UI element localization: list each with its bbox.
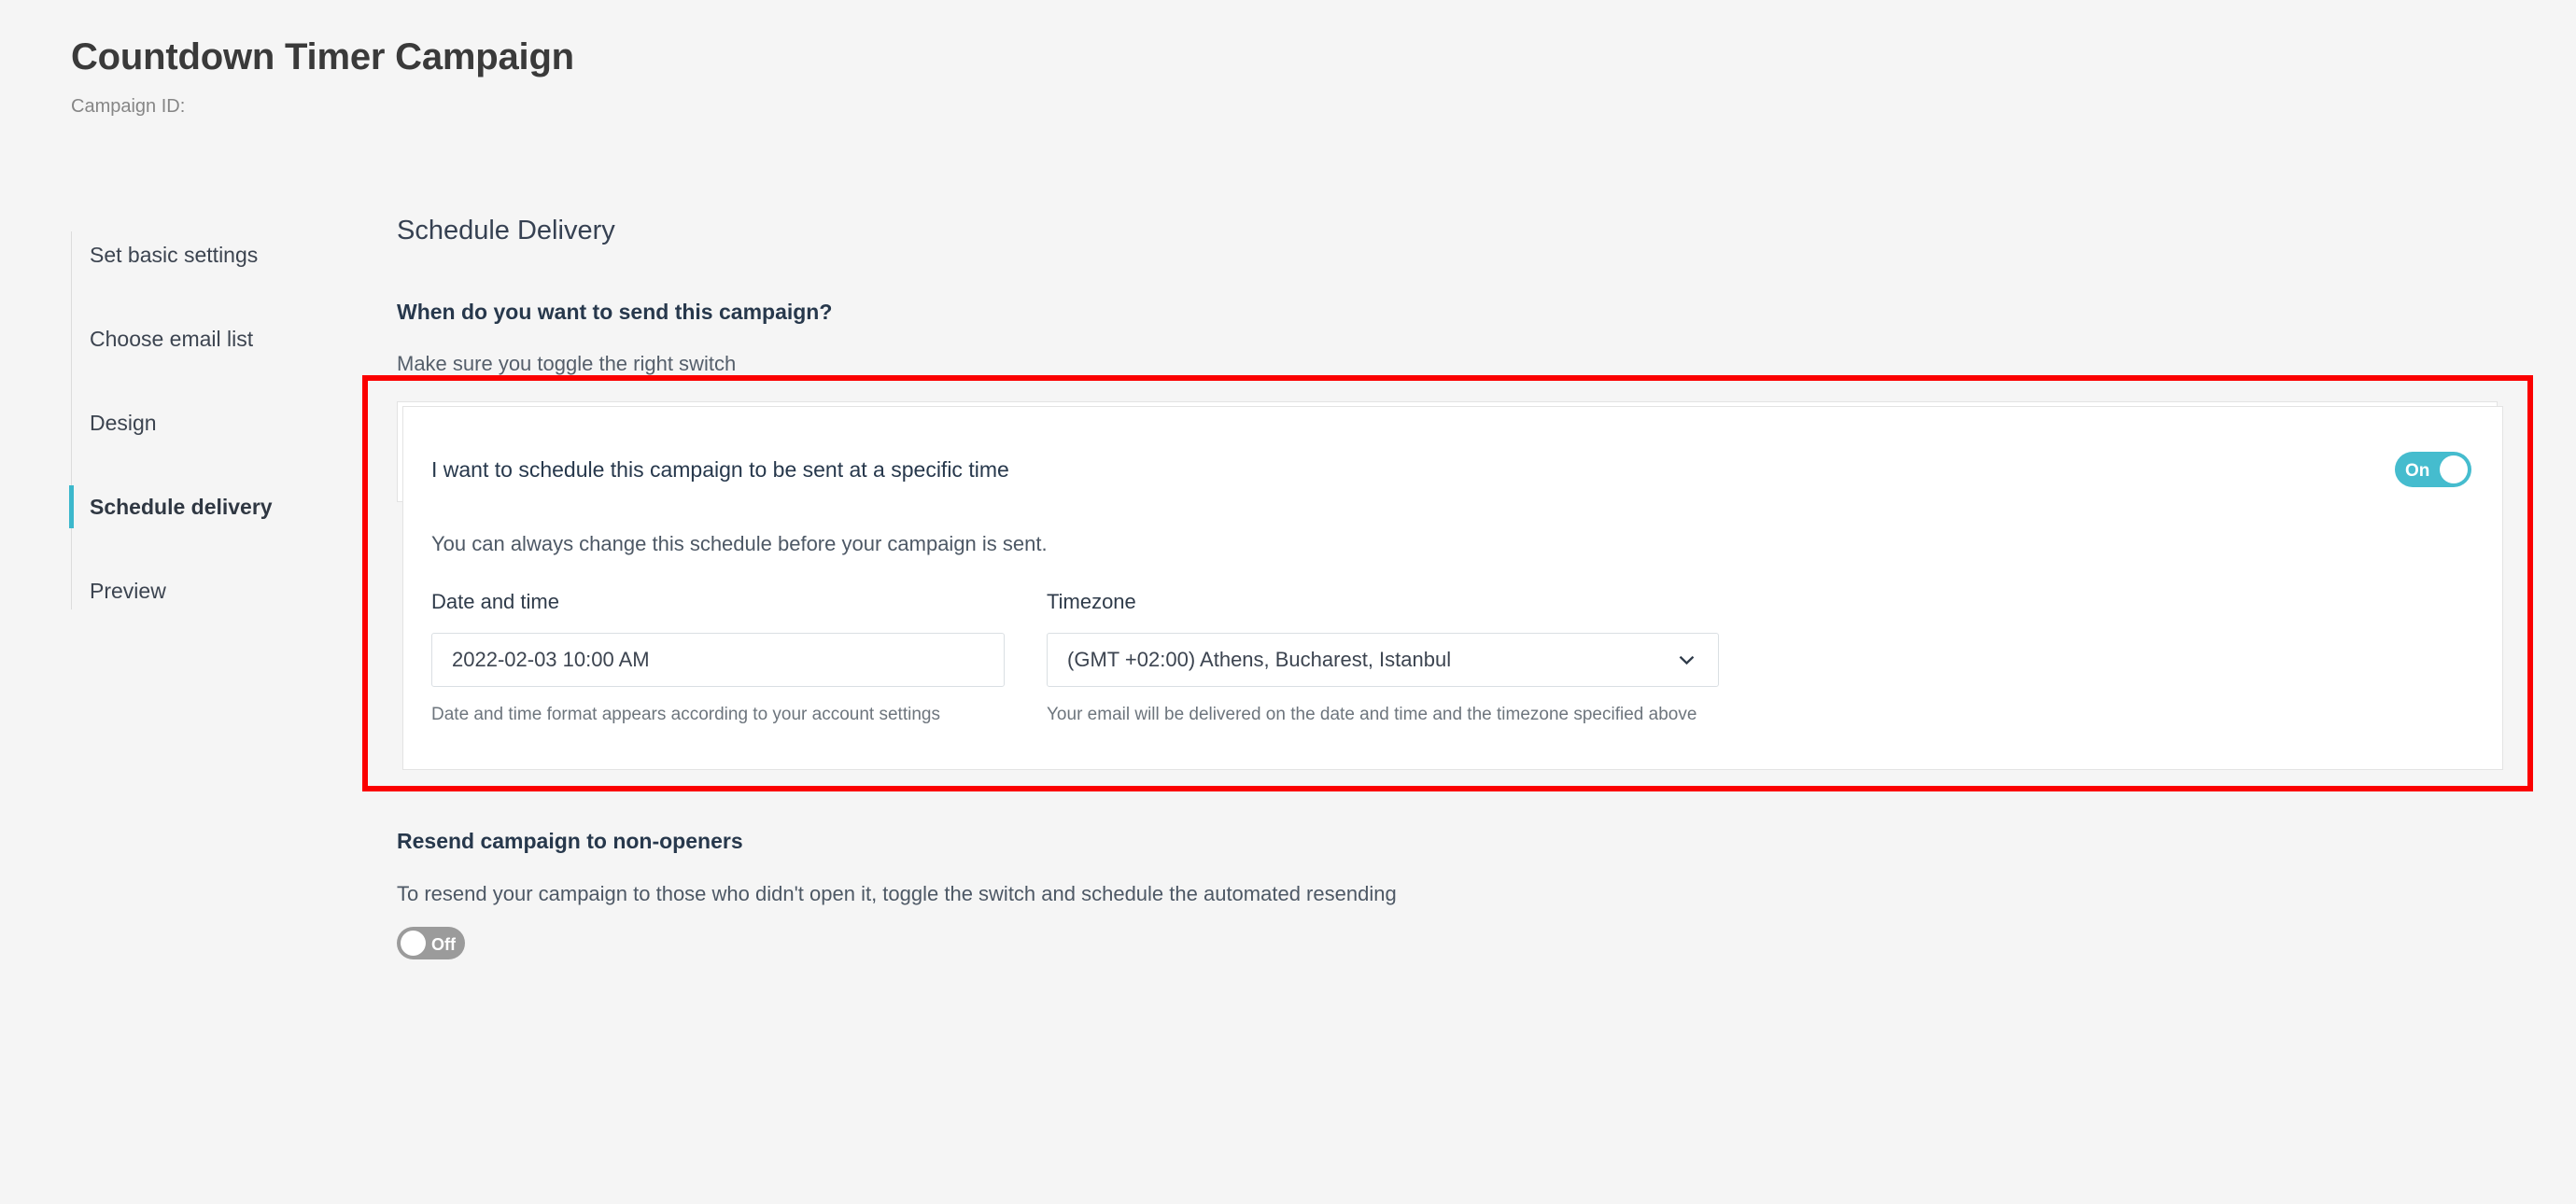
timezone-select[interactable]: (GMT +02:00) Athens, Bucharest, Istanbul (1047, 633, 1719, 687)
date-and-time-input[interactable]: 2022-02-03 10:00 AM (431, 633, 1005, 687)
resend-section: Resend campaign to non-openers To resend… (397, 829, 1397, 959)
sidebar-item-choose-email-list[interactable]: Choose email list (71, 297, 342, 381)
date-and-time-label: Date and time (431, 590, 1005, 614)
page-title: Countdown Timer Campaign (71, 35, 574, 78)
timezone-label: Timezone (1047, 590, 1719, 614)
sidebar-item-set-basic-settings[interactable]: Set basic settings (71, 213, 342, 297)
toggle-state-label: Off (431, 936, 456, 953)
schedule-label: I want to schedule this campaign to be s… (431, 457, 1009, 483)
highlight-annotation-box: I want to schedule this campaign to be s… (362, 375, 2533, 791)
sidebar-item-label: Choose email list (90, 327, 253, 352)
sidebar-item-design[interactable]: Design (71, 381, 342, 465)
timezone-value: (GMT +02:00) Athens, Bucharest, Istanbul (1067, 648, 1451, 672)
schedule-toggle[interactable]: On (2395, 452, 2471, 487)
resend-title: Resend campaign to non-openers (397, 829, 1397, 854)
timezone-field: Timezone (GMT +02:00) Athens, Bucharest,… (1047, 590, 1719, 725)
date-and-time-field: Date and time 2022-02-03 10:00 AM Date a… (431, 590, 1005, 725)
active-indicator (69, 485, 74, 528)
schedule-description: You can always change this schedule befo… (431, 532, 1048, 556)
sidebar-item-label: Preview (90, 579, 166, 604)
question-subtext: Make sure you toggle the right switch (397, 352, 2507, 376)
sidebar-item-schedule-delivery[interactable]: Schedule delivery (71, 465, 342, 549)
section-title: Schedule Delivery (397, 213, 2507, 246)
resend-toggle[interactable]: Off (397, 927, 465, 959)
step-sidebar: Set basic settings Choose email list Des… (71, 213, 342, 633)
schedule-card: I want to schedule this campaign to be s… (402, 406, 2503, 770)
chevron-down-icon (1679, 652, 1695, 668)
sidebar-item-preview[interactable]: Preview (71, 549, 342, 633)
toggle-knob (2440, 455, 2468, 483)
resend-description: To resend your campaign to those who did… (397, 882, 1397, 906)
page-header: Countdown Timer Campaign Campaign ID: (71, 35, 574, 118)
date-and-time-value: 2022-02-03 10:00 AM (452, 648, 650, 672)
timezone-help: Your email will be delivered on the date… (1047, 705, 1719, 725)
main-panel: Schedule Delivery When do you want to se… (397, 213, 2507, 502)
sidebar-item-label: Schedule delivery (90, 495, 273, 520)
schedule-fields: Date and time 2022-02-03 10:00 AM Date a… (431, 590, 1719, 725)
campaign-id-label: Campaign ID: (71, 96, 574, 118)
sidebar-item-label: Set basic settings (90, 243, 258, 268)
toggle-state-label: On (2405, 462, 2429, 480)
toggle-knob (401, 931, 426, 956)
sidebar-item-label: Design (90, 411, 157, 436)
question-heading: When do you want to send this campaign? (397, 300, 2507, 325)
date-and-time-help: Date and time format appears according t… (431, 705, 1005, 725)
